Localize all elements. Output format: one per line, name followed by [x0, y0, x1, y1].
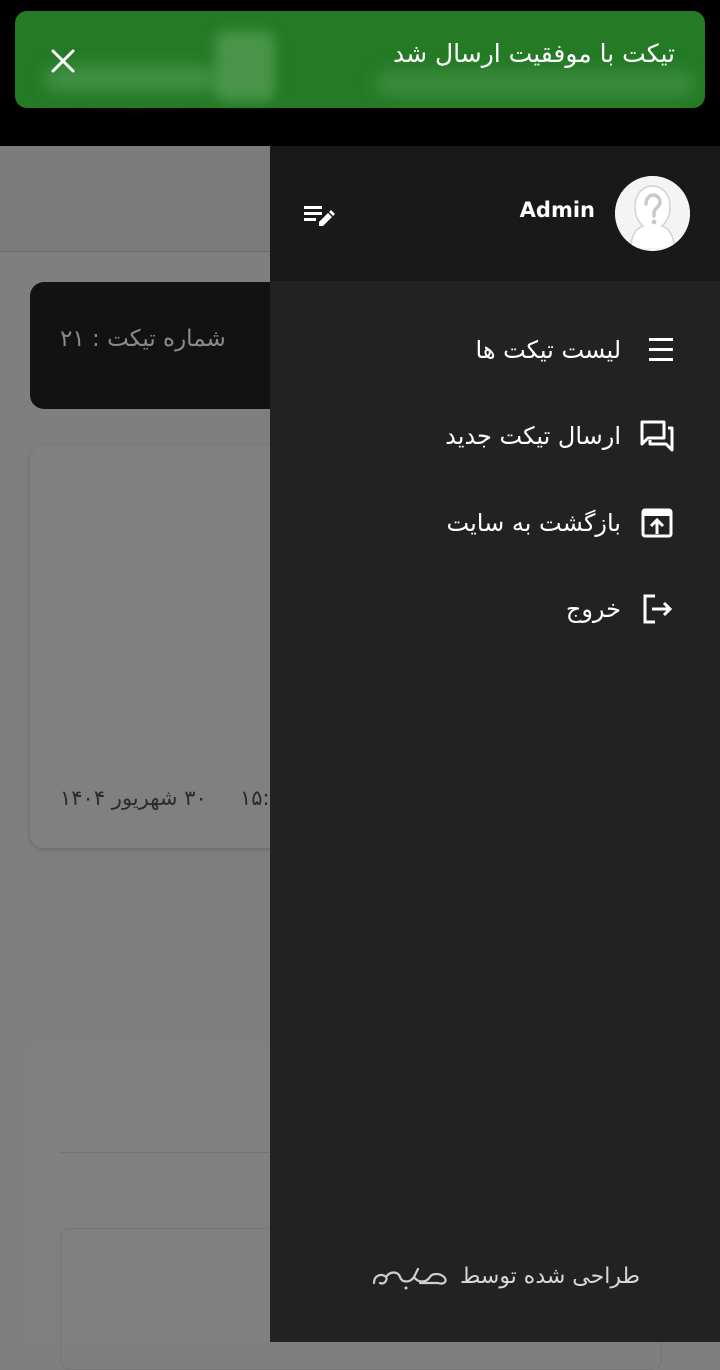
success-toast: تیکت با موفقیت ارسال شد	[15, 11, 705, 108]
close-icon	[51, 49, 75, 73]
drawer-header: Admin	[270, 146, 720, 281]
ticket-date: ۳۰ شهریور ۱۴۰۴	[60, 786, 207, 810]
menu-item-label: خروج	[565, 595, 621, 623]
menu-item-ticket-list[interactable]: 1 2 3 لیست تیکت ها	[476, 325, 676, 375]
list-numbered-icon: 1 2 3	[639, 332, 675, 368]
menu-item-label: لیست تیکت ها	[475, 336, 622, 364]
chat-bubbles-icon	[639, 418, 675, 454]
menu-item-label: ارسال تیکت جدید	[445, 422, 621, 450]
menu-item-new-ticket[interactable]: ارسال تیکت جدید	[445, 411, 675, 461]
ticket-number: شماره تیکت : ۲۱	[60, 326, 226, 352]
designer-brand-logo[interactable]	[370, 1261, 450, 1291]
user-name: Admin	[519, 198, 595, 222]
menu-item-logout[interactable]: خروج	[566, 584, 675, 634]
logout-icon	[639, 591, 675, 627]
default-avatar-icon	[615, 176, 690, 251]
menu-item-back-to-site[interactable]: بازگشت به سایت	[447, 498, 675, 548]
designer-credit: طراحی شده توسط	[370, 1261, 640, 1291]
toast-message: تیکت با موفقیت ارسال شد	[392, 39, 675, 68]
avatar	[615, 176, 690, 251]
credit-text: طراحی شده توسط	[460, 1263, 640, 1289]
menu-item-label: بازگشت به سایت	[446, 509, 621, 537]
ticket-time: ۱۵:	[240, 786, 270, 810]
open-in-browser-icon	[639, 505, 675, 541]
edit-note-icon	[304, 206, 335, 226]
edit-profile-button[interactable]	[300, 198, 336, 232]
side-drawer: Admin 1 2 3 لیست ت	[270, 146, 720, 1342]
close-toast-button[interactable]	[43, 41, 83, 81]
